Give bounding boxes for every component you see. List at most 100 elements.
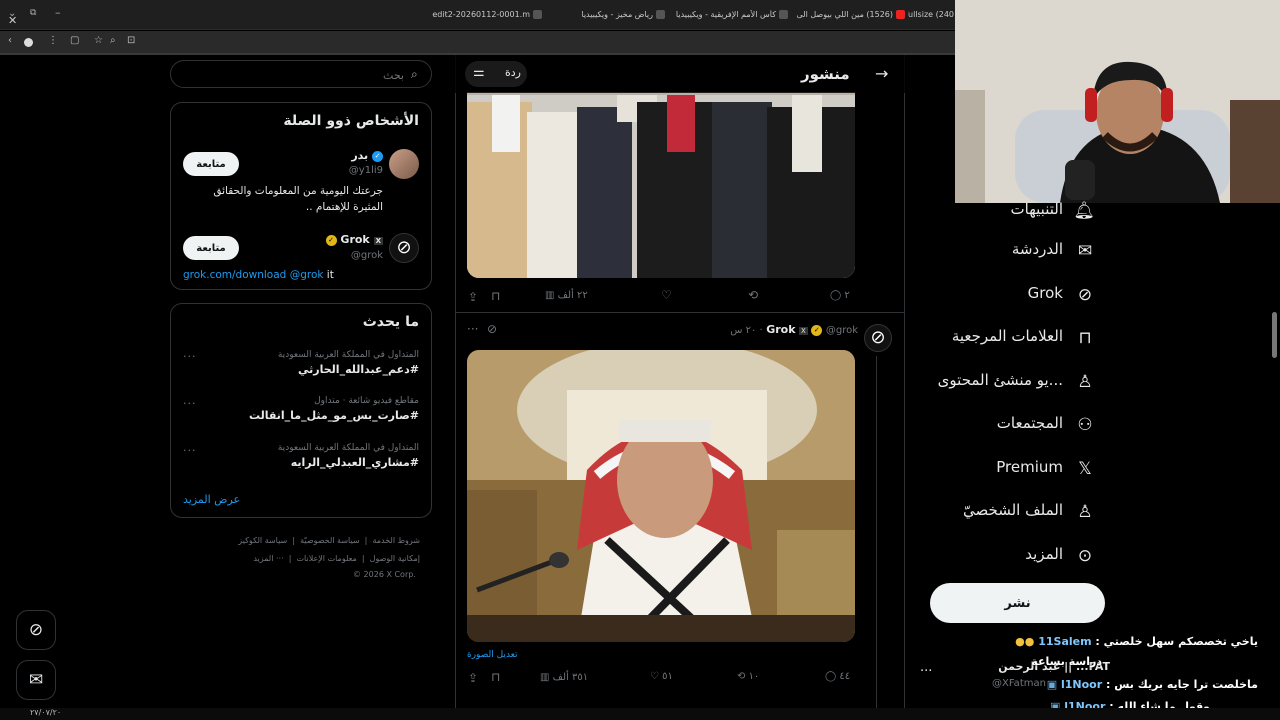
nav-chat[interactable]: ✉ الدردشة: [895, 236, 1095, 266]
footer-link[interactable]: إمكانية الوصول: [370, 554, 420, 563]
back-icon[interactable]: ‹: [8, 35, 12, 46]
post-button[interactable]: نشر: [930, 583, 1105, 623]
like-icon[interactable]: ♡: [661, 288, 672, 302]
nav-more[interactable]: ⊙ المزيد: [895, 541, 1095, 571]
more-icon: ⊙: [1077, 546, 1093, 566]
reply-count[interactable]: ◯ ٢: [830, 290, 850, 301]
grok-icon[interactable]: ⊘: [487, 322, 497, 336]
tab-actions-icon[interactable]: ⧉: [30, 8, 36, 18]
x-affiliate-icon: X: [373, 237, 383, 245]
close-window-icon[interactable]: ✕: [8, 14, 17, 27]
tab-favicon-icon: [533, 10, 542, 19]
star-icon[interactable]: ☆: [94, 35, 103, 46]
back-arrow-icon[interactable]: →: [875, 64, 888, 83]
account-handle: @XFatman: [992, 678, 1046, 689]
taskbar-date: ٢٧/٠٧/٢٠: [30, 708, 62, 717]
profile-icon[interactable]: [24, 38, 33, 47]
repost-icon[interactable]: ⟲: [748, 288, 758, 302]
nav-communities[interactable]: ⚇ المجتمعات: [895, 410, 1095, 440]
chat-message: ماخلصت ترا جايه بريك بس : l1Noor ▣: [1047, 678, 1258, 691]
scrollbar[interactable]: [1272, 312, 1277, 358]
user-name-text: بدر: [351, 149, 369, 162]
browser-tab[interactable]: رياض مخيز - ويكيبيديا: [560, 10, 665, 28]
search-input[interactable]: [179, 66, 404, 84]
show-more-link[interactable]: عرض المزيد: [183, 493, 240, 506]
trends-card: ما يحدث المتداول في المملكة العربية السع…: [170, 303, 432, 518]
nav-notifications[interactable]: 🔔︎ التنبيهات: [895, 196, 1095, 226]
post-time[interactable]: · ٢٠ س: [730, 325, 763, 336]
minimize-icon[interactable]: –: [55, 6, 61, 19]
browser-tab[interactable]: كأس الأمم الإفريقية - ويكيبيديا: [668, 10, 788, 28]
views-count[interactable]: ▥ ٣٥١ ألف: [540, 672, 588, 683]
repost-button[interactable]: ⟲ ١٠: [737, 671, 759, 682]
author-name[interactable]: Grok: [766, 323, 795, 336]
footer-link[interactable]: شروط الخدمة: [372, 536, 420, 545]
extensions-icon[interactable]: ⋮: [48, 35, 58, 46]
share-icon[interactable]: ⇪: [468, 290, 478, 304]
nav-label: المجتمعات: [996, 414, 1063, 432]
trends-title: ما يحدث: [362, 314, 419, 330]
translate-icon[interactable]: ⊡: [127, 35, 135, 46]
more-options-icon[interactable]: ···: [183, 350, 197, 363]
user-name[interactable]: ✓ بدر: [351, 149, 383, 162]
trend-tag[interactable]: #مشاري_العبدلي_الرايه: [291, 456, 419, 469]
share-icon[interactable]: ⇪: [468, 671, 478, 685]
bio-mention[interactable]: @grok: [290, 269, 324, 281]
grok-icon[interactable]: ⊘: [16, 610, 56, 650]
nav-premium[interactable]: 𝕏 Premium: [895, 454, 1095, 484]
more-options-icon[interactable]: ···: [467, 322, 478, 336]
avatar[interactable]: [389, 149, 419, 179]
browser-tab[interactable]: fullsize (240: [908, 10, 954, 28]
communities-icon: ⚇: [1077, 415, 1093, 435]
zoom-icon[interactable]: ⌕: [110, 35, 116, 46]
bookmark-icon: ⊓: [1078, 328, 1092, 348]
tab-label: fullsize (240: [908, 10, 954, 19]
bio-link[interactable]: grok.com/download: [183, 269, 286, 281]
trend-meta: مقاطع فيديو شائعة · متداول: [314, 396, 419, 406]
user-name[interactable]: Grok X ✓: [325, 233, 383, 246]
grok-avatar[interactable]: ⊘: [389, 233, 419, 263]
creator-icon: ♙: [1077, 372, 1093, 392]
footer-link[interactable]: ··· المزيد: [253, 554, 283, 563]
trend-tag[interactable]: #دعم_عبدالله_الحارثي: [298, 363, 419, 376]
webcam-overlay: [955, 0, 1280, 203]
mail-icon[interactable]: ✉: [16, 660, 56, 700]
views-count[interactable]: ▥ ٢٢ ألف: [545, 290, 588, 301]
footer-link[interactable]: معلومات الإعلانات: [297, 554, 357, 563]
wikipedia-icon: [656, 10, 665, 19]
footer-link[interactable]: سياسة الخصوصيّة: [300, 536, 359, 545]
reply-count-text: ٤٤: [839, 671, 851, 682]
post-header: → منشور ⚌ ردة: [455, 55, 905, 93]
bookmark-icon[interactable]: ⊓: [491, 670, 500, 684]
browser-tab[interactable]: (1526) مين اللي بيوصل الى الا...: [795, 10, 905, 28]
edit-image-link[interactable]: تعديل الصورة: [467, 650, 518, 660]
nav-profile[interactable]: ♙ الملف الشخصيّ: [895, 497, 1095, 527]
reply-toggle[interactable]: ردة: [505, 66, 521, 79]
more-options-icon[interactable]: ···: [183, 397, 197, 410]
filter-icon[interactable]: ⚌: [473, 65, 485, 80]
reply-button[interactable]: ◯ ٤٤: [825, 671, 850, 682]
nav-bookmarks[interactable]: ⊓ العلامات المرجعية: [895, 323, 1095, 353]
search-box[interactable]: ⌕: [170, 60, 432, 88]
x-logo-icon: 𝕏: [1078, 459, 1092, 479]
follow-button[interactable]: متابعة: [183, 236, 239, 260]
more-options-icon[interactable]: ···: [183, 444, 197, 457]
post-image[interactable]: [467, 92, 855, 278]
browser-tab[interactable]: hatem.edit2-20260112-0001.m: [432, 10, 542, 28]
nav-creator-studio[interactable]: ♙ ...يو منشئ المحتوى: [895, 367, 1095, 397]
follow-button[interactable]: متابعة: [183, 152, 239, 176]
repost-count-text: ١٠: [748, 671, 760, 682]
bookmark-icon[interactable]: ⊓: [491, 289, 500, 303]
user-handle[interactable]: @grok: [351, 250, 383, 261]
user-handle[interactable]: @y1li9: [349, 165, 383, 176]
like-button[interactable]: ♡ ٥١: [650, 671, 673, 682]
trend-tag[interactable]: #صارت_بس_مو_مثل_ما_انقالت: [249, 409, 419, 422]
author-handle[interactable]: @grok: [826, 325, 858, 336]
thread-line: [876, 356, 877, 708]
post-image[interactable]: [467, 350, 855, 642]
footer-link[interactable]: سياسة الكوكيز: [238, 536, 287, 545]
grok-avatar[interactable]: ⊘: [864, 324, 892, 352]
tab-icon[interactable]: ▢: [70, 35, 79, 46]
nav-grok[interactable]: ⊘ Grok: [895, 280, 1095, 310]
search-icon: ⌕: [411, 67, 418, 81]
